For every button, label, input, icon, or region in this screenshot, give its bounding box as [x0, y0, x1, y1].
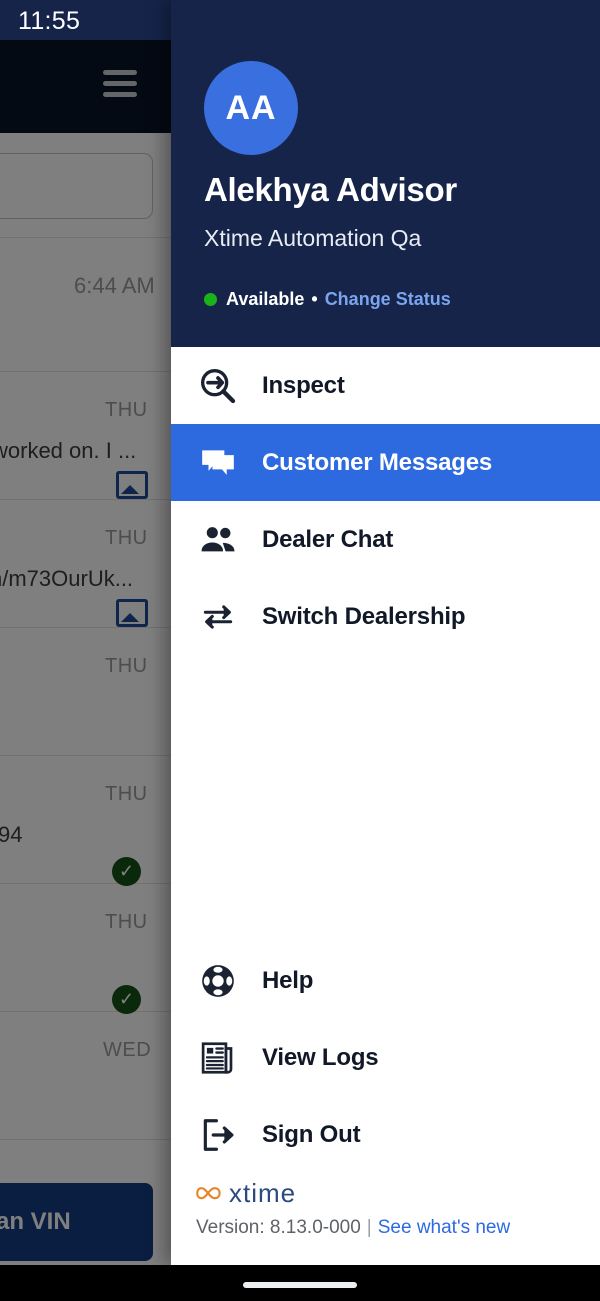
drawer-menu-top-group: Inspect Customer Messages Dealer Chat Sw…	[171, 347, 600, 655]
version-row: Version: 8.13.0-000 | See what's new	[196, 1217, 600, 1239]
people-group-icon	[196, 518, 240, 562]
menu-item-dealer-chat[interactable]: Dealer Chat	[171, 501, 600, 578]
menu-item-label: Customer Messages	[262, 448, 493, 476]
exit-arrow-icon	[196, 1113, 240, 1157]
user-name: Alekhya Advisor	[204, 171, 457, 208]
menu-item-switch-dealership[interactable]: Switch Dealership	[171, 578, 600, 655]
menu-item-label: Dealer Chat	[262, 525, 394, 553]
lifebuoy-icon	[196, 959, 240, 1003]
drawer-menu-bottom-group: Help View Logs Sign Out	[171, 942, 600, 1173]
see-whats-new-link[interactable]: See what's new	[378, 1217, 510, 1238]
drawer-header: AA Alekhya Advisor Xtime Automation Qa A…	[171, 0, 600, 347]
xtime-logo: xtime	[196, 1177, 600, 1208]
version-separator: |	[366, 1217, 372, 1238]
menu-item-customer-messages[interactable]: Customer Messages	[171, 424, 600, 501]
menu-item-label: Help	[262, 966, 314, 994]
menu-item-label: Sign Out	[262, 1120, 361, 1148]
xtime-logo-text: xtime	[229, 1177, 297, 1208]
menu-item-label: Switch Dealership	[262, 602, 466, 630]
home-gesture-pill[interactable]	[243, 1282, 357, 1288]
navigation-drawer: AA Alekhya Advisor Xtime Automation Qa A…	[171, 0, 600, 1265]
inspect-magnifier-wrench-icon	[196, 364, 240, 408]
newspaper-icon	[196, 1036, 240, 1080]
system-navigation-bar	[0, 1265, 600, 1301]
phone-screen: 6:44 AM THU worked on. I ... THU n/m73Ou…	[0, 0, 600, 1301]
status-label: Available	[226, 289, 305, 309]
organization-name: Xtime Automation Qa	[204, 225, 422, 251]
menu-item-label: View Logs	[262, 1043, 379, 1071]
change-status-link[interactable]: Change Status	[325, 289, 451, 310]
menu-item-view-logs[interactable]: View Logs	[171, 1019, 600, 1096]
chat-bubbles-icon	[196, 441, 240, 485]
drawer-menu: Inspect Customer Messages Dealer Chat Sw…	[171, 347, 600, 1173]
status-bar-clock: 11:55	[18, 7, 81, 35]
status-separator: •	[311, 289, 318, 309]
infinity-icon	[196, 1186, 221, 1199]
menu-item-label: Inspect	[262, 371, 345, 399]
menu-item-inspect[interactable]: Inspect	[171, 347, 600, 424]
status-dot-icon	[204, 293, 217, 306]
menu-item-sign-out[interactable]: Sign Out	[171, 1096, 600, 1173]
drawer-footer: xtime Version: 8.13.0-000 | See what's new	[171, 1173, 600, 1265]
menu-item-help[interactable]: Help	[171, 942, 600, 1019]
version-label: Version: 8.13.0-000	[196, 1217, 361, 1238]
availability-status: Available • Change Status	[204, 289, 451, 310]
avatar[interactable]: AA	[204, 61, 298, 155]
swap-arrows-icon	[196, 595, 240, 639]
